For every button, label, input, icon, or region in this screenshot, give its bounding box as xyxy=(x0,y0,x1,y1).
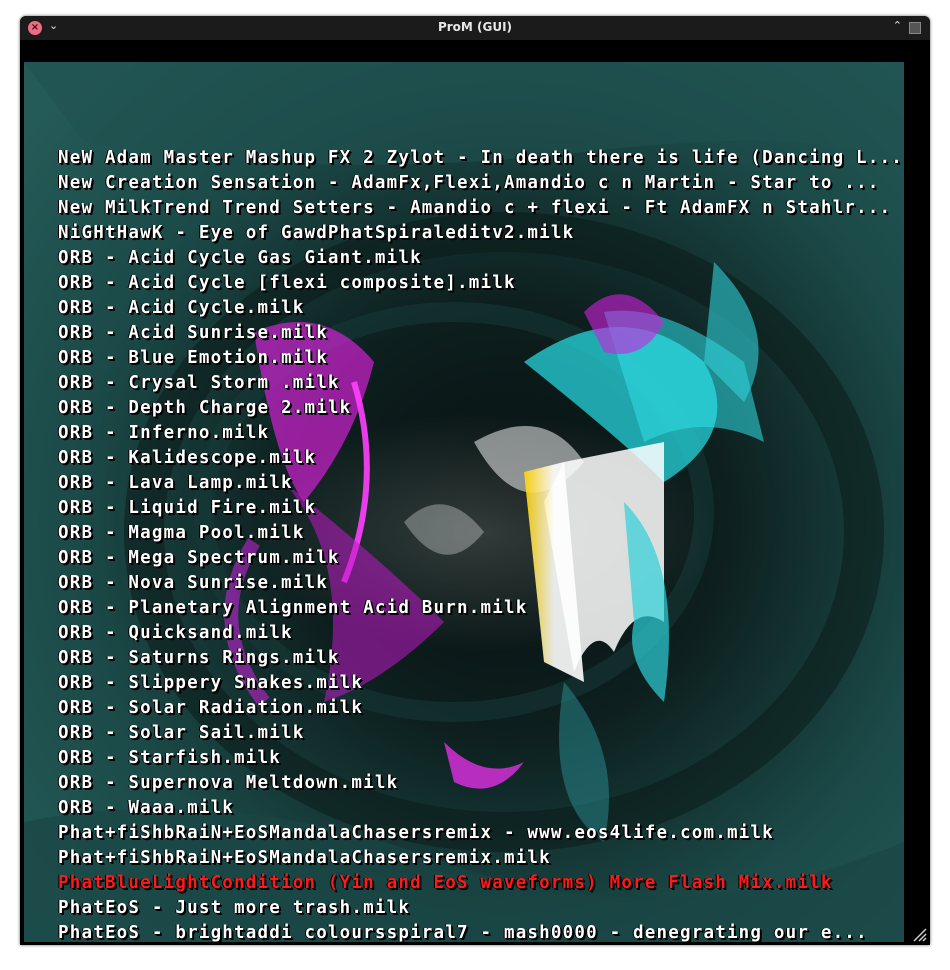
preset-item[interactable]: NeW Adam Master Mashup FX 2 Zylot - In d… xyxy=(58,146,903,171)
preset-item[interactable]: ORB - Quicksand.milk xyxy=(58,621,903,646)
visualizer-canvas[interactable]: NeW Adam Master Mashup FX 2 Zylot - In d… xyxy=(24,62,904,942)
preset-item[interactable]: ORB - Waaa.milk xyxy=(58,796,903,821)
tile-icon[interactable] xyxy=(909,22,921,34)
titlebar[interactable]: × ⌄ ProM (GUI) ⌃ xyxy=(20,16,930,40)
preset-item[interactable]: ORB - Blue Emotion.milk xyxy=(58,346,903,371)
preset-item[interactable]: ORB - Acid Cycle Gas Giant.milk xyxy=(58,246,903,271)
preset-item-active[interactable]: PhatBlueLightCondition (Yin and EoS wave… xyxy=(58,871,903,896)
resize-grip-icon[interactable] xyxy=(911,926,927,942)
preset-item[interactable]: ORB - Kalidescope.milk xyxy=(58,446,903,471)
top-black-strip xyxy=(20,40,930,62)
preset-item[interactable]: ORB - Slippery Snakes.milk xyxy=(58,671,903,696)
preset-item[interactable]: ORB - Nova Sunrise.milk xyxy=(58,571,903,596)
window-title: ProM (GUI) xyxy=(437,20,513,34)
chevron-up-icon[interactable]: ⌃ xyxy=(893,19,902,32)
preset-item[interactable]: ORB - Depth Charge 2.milk xyxy=(58,396,903,421)
preset-item[interactable]: ORB - Solar Radiation.milk xyxy=(58,696,903,721)
preset-item[interactable]: NiGHtHawK - Eye of GawdPhatSpiraleditv2.… xyxy=(58,221,903,246)
preset-item[interactable]: ORB - Liquid Fire.milk xyxy=(58,496,903,521)
preset-item[interactable]: ORB - Lava Lamp.milk xyxy=(58,471,903,496)
preset-item[interactable]: ORB - Acid Cycle.milk xyxy=(58,296,903,321)
preset-item[interactable]: ORB - Solar Sail.milk xyxy=(58,721,903,746)
preset-item[interactable]: ORB - Supernova Meltdown.milk xyxy=(58,771,903,796)
preset-item[interactable]: PhatEoS - brightaddi coloursspiral7 - ma… xyxy=(58,921,903,942)
preset-item[interactable]: ORB - Magma Pool.milk xyxy=(58,521,903,546)
preset-item[interactable]: ORB - Planetary Alignment Acid Burn.milk xyxy=(58,596,903,621)
preset-item[interactable]: Phat+fiShbRaiN+EoSMandalaChasersremix - … xyxy=(58,821,903,846)
preset-item[interactable]: ORB - Mega Spectrum.milk xyxy=(58,546,903,571)
preset-item[interactable]: New MilkTrend Trend Setters - Amandio c … xyxy=(58,196,903,221)
preset-item[interactable]: ORB - Acid Cycle [flexi composite].milk xyxy=(58,271,903,296)
right-edge xyxy=(904,62,930,945)
preset-item[interactable]: ORB - Acid Sunrise.milk xyxy=(58,321,903,346)
preset-item[interactable]: ORB - Inferno.milk xyxy=(58,421,903,446)
preset-item[interactable]: ORB - Crysal Storm .milk xyxy=(58,371,903,396)
preset-item[interactable]: Phat+fiShbRaiN+EoSMandalaChasersremix.mi… xyxy=(58,846,903,871)
app-window: × ⌄ ProM (GUI) ⌃ NeW Adam Master Mashup … xyxy=(20,16,930,945)
preset-item[interactable]: ORB - Starfish.milk xyxy=(58,746,903,771)
preset-item[interactable]: New Creation Sensation - AdamFx,Flexi,Am… xyxy=(58,171,903,196)
preset-item[interactable]: PhatEoS - Just more trash.milk xyxy=(58,896,903,921)
preset-item[interactable]: ORB - Saturns Rings.milk xyxy=(58,646,903,671)
preset-list[interactable]: NeW Adam Master Mashup FX 2 Zylot - In d… xyxy=(58,146,903,942)
